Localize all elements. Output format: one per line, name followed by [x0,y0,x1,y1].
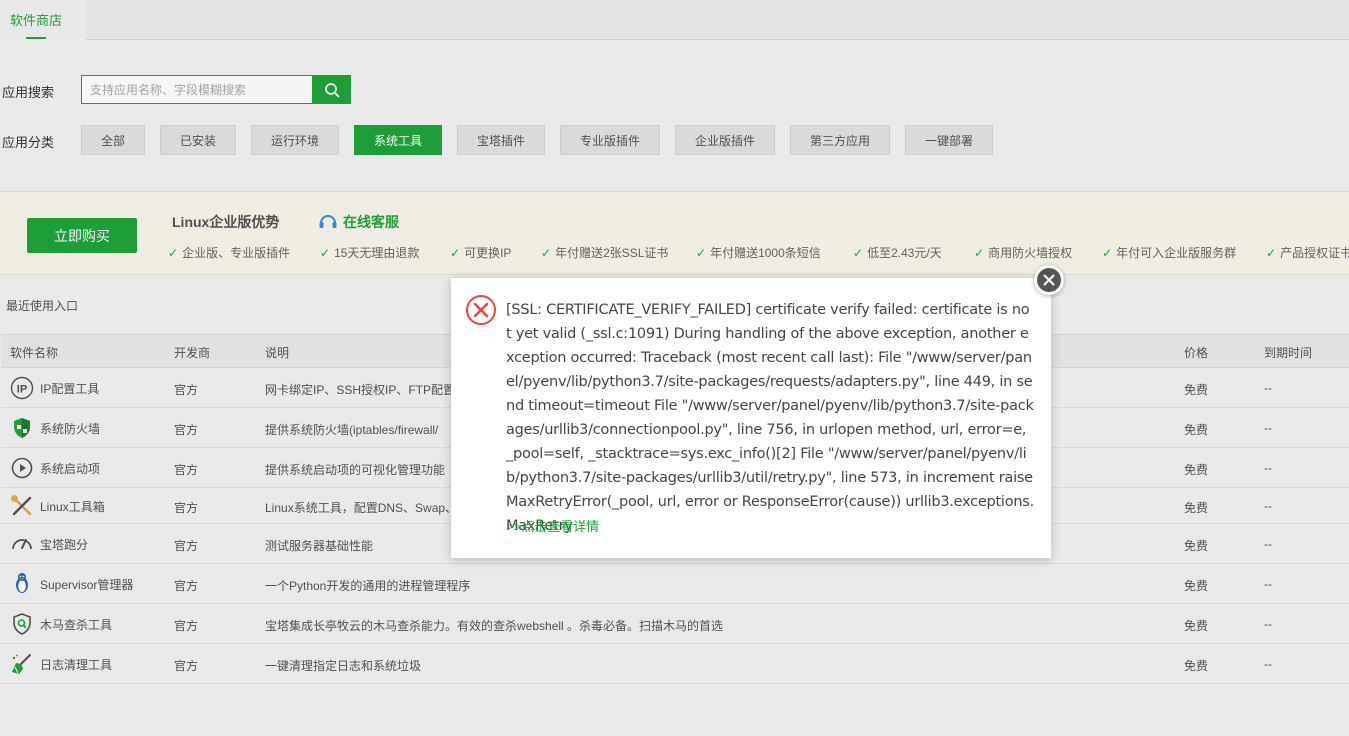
error-icon [466,295,496,325]
error-message: [SSL: CERTIFICATE_VERIFY_FAILED] certifi… [506,302,1034,534]
close-icon [1043,274,1055,286]
close-dialog-button[interactable] [1034,265,1064,295]
view-details-link[interactable]: >>点击查看详情 [506,516,599,535]
error-dialog: [SSL: CERTIFICATE_VERIFY_FAILED] certifi… [451,278,1051,558]
